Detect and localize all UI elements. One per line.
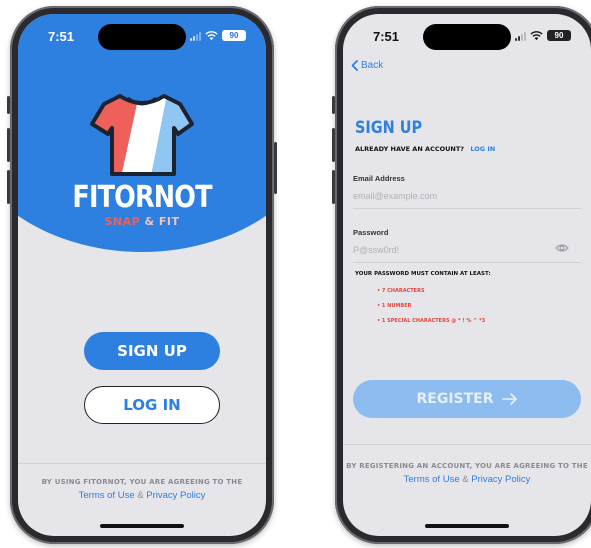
show-password-eye-icon[interactable] <box>555 243 569 253</box>
tagline-snap: SNAP <box>104 215 141 228</box>
power-button <box>274 142 277 194</box>
status-time: 7:51 <box>373 29 400 44</box>
password-label: Password <box>353 228 389 237</box>
phone-frame-welcome: 7:51 90 FITORNOT SNAP & FIT SIGN UP LOG … <box>7 6 277 544</box>
terms-of-use-link[interactable]: Terms of Use <box>79 490 135 501</box>
legal-text: BY USING FITORNOT, YOU ARE AGREEING TO T… <box>41 478 243 486</box>
password-underline <box>353 262 581 263</box>
legal-links: Terms of Use & Privacy Policy <box>18 490 266 501</box>
footer-divider <box>343 444 591 445</box>
volume-up-button <box>7 128 10 162</box>
requirement-length: • 7 CHARACTERS <box>377 288 425 294</box>
status-icons: 90 <box>190 30 246 41</box>
footer-divider <box>18 463 266 464</box>
phone-frame-signup: 7:51 90 Back SIGN UP ALREADY HAVE AN ACC… <box>332 6 591 544</box>
signup-screen: 7:51 90 Back SIGN UP ALREADY HAVE AN ACC… <box>343 14 591 536</box>
mute-switch <box>332 96 335 114</box>
have-account-text: ALREADY HAVE AN ACCOUNT? <box>355 145 465 153</box>
volume-down-button <box>332 170 335 204</box>
legal-links: Terms of Use & Privacy Policy <box>343 474 591 485</box>
password-field[interactable]: P@ssw0rd! <box>353 245 581 255</box>
back-label: Back <box>361 60 384 71</box>
home-indicator[interactable] <box>425 524 509 528</box>
tagline-fit: & FIT <box>144 215 180 228</box>
privacy-policy-link[interactable]: Privacy Policy <box>471 474 530 485</box>
dynamic-island <box>98 24 186 50</box>
password-requirements-title: YOUR PASSWORD MUST CONTAIN AT LEAST: <box>355 271 491 277</box>
register-button[interactable]: REGISTER <box>353 380 581 418</box>
dynamic-island <box>423 24 511 50</box>
cellular-signal-icon <box>190 31 201 41</box>
chevron-left-icon <box>351 60 358 71</box>
legal-text: BY REGISTERING AN ACCOUNT, YOU ARE AGREE… <box>346 462 588 470</box>
wifi-icon <box>530 30 543 40</box>
tshirt-logo <box>90 94 194 176</box>
volume-down-button <box>7 170 10 204</box>
volume-up-button <box>332 128 335 162</box>
tagline: SNAP & FIT <box>18 215 266 228</box>
email-field[interactable]: email@example.com <box>353 191 581 201</box>
cellular-signal-icon <box>515 31 526 41</box>
sign-up-button[interactable]: SIGN UP <box>84 332 220 370</box>
home-indicator[interactable] <box>100 524 184 528</box>
requirement-special: • 1 SPECIAL CHARACTERS @ * ! % ^ *3 <box>377 318 486 324</box>
register-label: REGISTER <box>416 391 494 407</box>
have-account-prompt: ALREADY HAVE AN ACCOUNT? LOG IN <box>355 145 495 153</box>
log-in-link[interactable]: LOG IN <box>470 145 495 153</box>
requirement-number: • 1 NUMBER <box>377 303 412 309</box>
links-separator: & <box>137 490 144 501</box>
log-in-button[interactable]: LOG IN <box>84 386 220 424</box>
arrow-right-icon <box>501 393 517 405</box>
status-icons: 90 <box>515 30 571 41</box>
wifi-icon <box>205 30 218 40</box>
page-title: SIGN UP <box>355 118 423 138</box>
links-separator: & <box>462 474 469 485</box>
mute-switch <box>7 96 10 114</box>
back-button[interactable]: Back <box>351 60 383 71</box>
email-underline <box>353 208 581 209</box>
terms-of-use-link[interactable]: Terms of Use <box>404 474 460 485</box>
email-label: Email Address <box>353 174 405 183</box>
welcome-screen: 7:51 90 FITORNOT SNAP & FIT SIGN UP LOG … <box>18 14 266 536</box>
battery-icon: 90 <box>222 30 246 41</box>
app-logo-text: FITORNOT <box>72 180 212 215</box>
battery-icon: 90 <box>547 30 571 41</box>
privacy-policy-link[interactable]: Privacy Policy <box>146 490 205 501</box>
status-time: 7:51 <box>48 29 75 44</box>
